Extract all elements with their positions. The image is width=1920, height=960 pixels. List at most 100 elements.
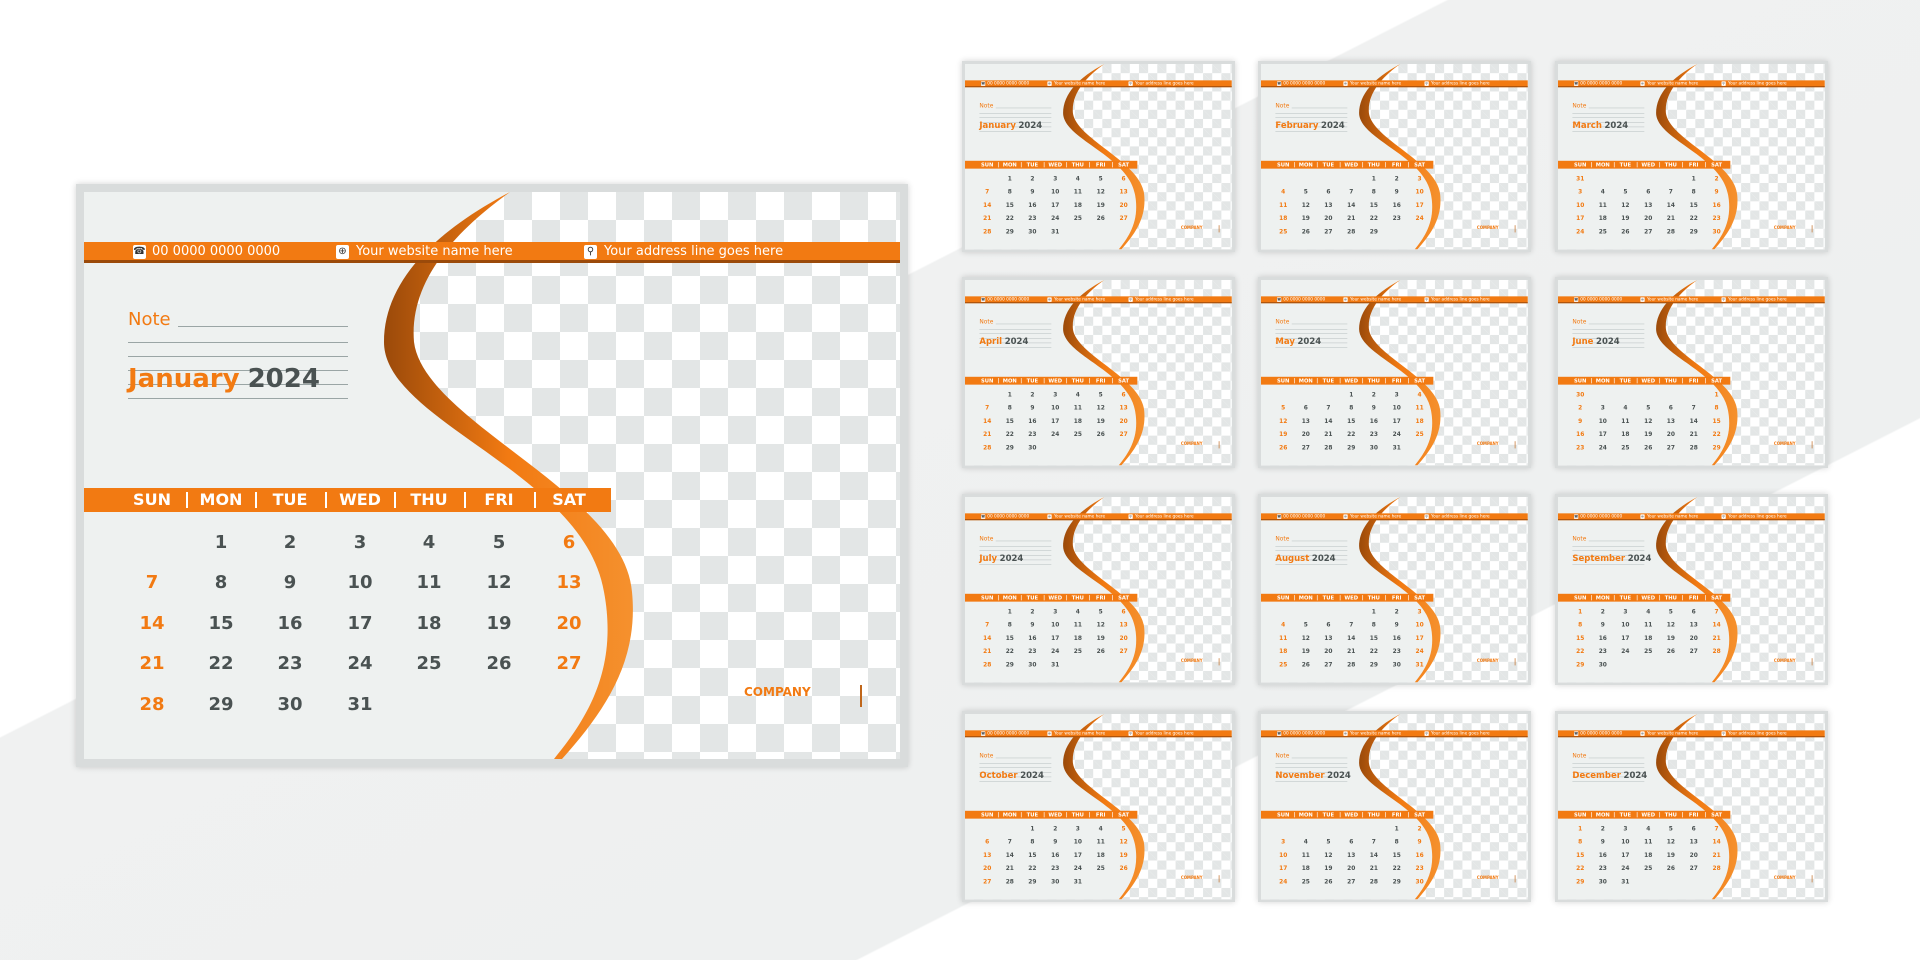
day-cell[interactable]: 4 (1070, 391, 1086, 398)
day-cell[interactable]: 31 (1047, 228, 1063, 235)
day-cell[interactable]: 11 (1070, 404, 1086, 411)
day-cell[interactable]: 1 (1002, 175, 1018, 182)
day-cell[interactable]: 5 (1663, 608, 1679, 615)
day-cell[interactable]: 11 (1640, 838, 1656, 845)
day-cell[interactable]: 21 (1708, 852, 1724, 859)
day-cell[interactable]: 9 (1389, 621, 1405, 628)
day-cell[interactable]: 12 (1640, 418, 1656, 425)
day-cell[interactable]: 18 (1275, 215, 1291, 222)
day-cell[interactable]: 28 (1343, 661, 1359, 668)
day-cell[interactable]: 2 (1389, 175, 1405, 182)
day-cell[interactable]: 4 (1093, 825, 1109, 832)
day-cell[interactable]: 4 (1595, 188, 1611, 195)
day-cell[interactable]: 23 (1024, 648, 1040, 655)
day-cell[interactable]: 31 (1411, 661, 1427, 668)
day-cell[interactable]: 20 (1298, 431, 1314, 438)
day-cell[interactable]: 23 (1024, 431, 1040, 438)
day-cell[interactable]: 11 (1275, 635, 1291, 642)
day-cell[interactable]: 10 (1617, 621, 1633, 628)
day-cell[interactable]: 28 (979, 661, 995, 668)
day-cell[interactable]: 15 (1366, 635, 1382, 642)
day-cell[interactable]: 24 (1047, 648, 1063, 655)
day-cell[interactable]: 19 (1663, 852, 1679, 859)
day-cell[interactable]: 16 (1047, 852, 1063, 859)
day-cell[interactable]: 22 (1002, 215, 1018, 222)
day-cell[interactable]: 21 (979, 648, 995, 655)
day-cell[interactable]: 11 (1595, 202, 1611, 209)
day-cell[interactable]: 28 (1708, 648, 1724, 655)
day-cell[interactable]: 14 (1663, 202, 1679, 209)
day-cell[interactable]: 22 (1572, 648, 1588, 655)
day-cell[interactable]: 30 (1366, 444, 1382, 451)
day-cell[interactable]: 24 (1047, 431, 1063, 438)
day-cell[interactable]: 8 (1366, 621, 1382, 628)
day-cell[interactable]: 4 (1275, 621, 1291, 628)
day-cell[interactable]: 26 (1093, 648, 1109, 655)
day-cell[interactable]: 10 (1572, 202, 1588, 209)
day-cell[interactable]: 20 (1640, 215, 1656, 222)
day-cell[interactable]: 18 (1070, 202, 1086, 209)
day-cell[interactable]: 31 (335, 694, 385, 715)
day-cell[interactable]: 13 (1686, 838, 1702, 845)
day-cell[interactable]: 23 (1572, 444, 1588, 451)
day-cell[interactable]: 6 (544, 532, 594, 553)
day-cell[interactable]: 28 (1663, 228, 1679, 235)
day-cell[interactable]: 21 (1686, 431, 1702, 438)
day-cell[interactable]: 14 (979, 418, 995, 425)
day-cell[interactable]: 9 (1024, 404, 1040, 411)
day-cell[interactable]: 19 (474, 613, 524, 634)
day-cell[interactable]: 4 (1298, 838, 1314, 845)
day-cell[interactable]: 6 (1320, 188, 1336, 195)
day-cell[interactable]: 6 (1686, 608, 1702, 615)
day-cell[interactable]: 25 (1595, 228, 1611, 235)
day-cell[interactable]: 7 (1663, 188, 1679, 195)
day-cell[interactable]: 22 (1686, 215, 1702, 222)
day-cell[interactable]: 3 (1047, 608, 1063, 615)
day-cell[interactable]: 18 (1640, 852, 1656, 859)
day-cell[interactable]: 11 (1411, 404, 1427, 411)
day-cell[interactable]: 29 (1024, 878, 1040, 885)
day-cell[interactable]: 9 (1024, 621, 1040, 628)
day-cell[interactable]: 3 (1411, 175, 1427, 182)
day-cell[interactable]: 17 (1047, 635, 1063, 642)
day-cell[interactable]: 21 (1708, 635, 1724, 642)
day-cell[interactable]: 1 (1343, 391, 1359, 398)
day-cell[interactable]: 21 (127, 653, 177, 674)
day-cell[interactable]: 9 (1595, 838, 1611, 845)
day-cell[interactable]: 1 (1002, 391, 1018, 398)
day-cell[interactable]: 5 (1093, 391, 1109, 398)
day-cell[interactable]: 24 (1411, 215, 1427, 222)
day-cell[interactable]: 17 (1275, 865, 1291, 872)
day-cell[interactable]: 25 (1411, 431, 1427, 438)
day-cell[interactable]: 25 (1298, 878, 1314, 885)
day-cell[interactable]: 17 (335, 613, 385, 634)
day-cell[interactable]: 27 (1686, 865, 1702, 872)
day-cell[interactable]: 19 (1617, 215, 1633, 222)
day-cell[interactable]: 18 (1595, 215, 1611, 222)
day-cell[interactable]: 6 (1115, 608, 1131, 615)
day-cell[interactable]: 20 (1686, 852, 1702, 859)
day-cell[interactable]: 30 (1024, 444, 1040, 451)
day-cell[interactable]: 29 (1708, 444, 1724, 451)
day-cell[interactable]: 18 (1617, 431, 1633, 438)
day-cell[interactable]: 6 (1115, 391, 1131, 398)
day-cell[interactable]: 28 (1708, 865, 1724, 872)
day-cell[interactable]: 7 (1320, 404, 1336, 411)
day-cell[interactable]: 16 (1708, 202, 1724, 209)
day-cell[interactable]: 14 (1366, 852, 1382, 859)
day-cell[interactable]: 24 (1411, 648, 1427, 655)
day-cell[interactable]: 10 (1411, 188, 1427, 195)
day-cell[interactable]: 9 (265, 572, 315, 593)
day-cell[interactable]: 19 (1093, 418, 1109, 425)
day-cell[interactable]: 29 (1002, 228, 1018, 235)
day-cell[interactable]: 30 (1708, 228, 1724, 235)
day-cell[interactable]: 23 (1595, 865, 1611, 872)
day-cell[interactable]: 27 (1663, 444, 1679, 451)
day-cell[interactable]: 2 (1708, 175, 1724, 182)
day-cell[interactable]: 6 (1663, 404, 1679, 411)
day-cell[interactable]: 27 (1115, 431, 1131, 438)
day-cell[interactable]: 12 (1093, 621, 1109, 628)
day-cell[interactable]: 5 (1298, 621, 1314, 628)
day-cell[interactable]: 4 (1640, 825, 1656, 832)
day-cell[interactable]: 19 (1093, 202, 1109, 209)
